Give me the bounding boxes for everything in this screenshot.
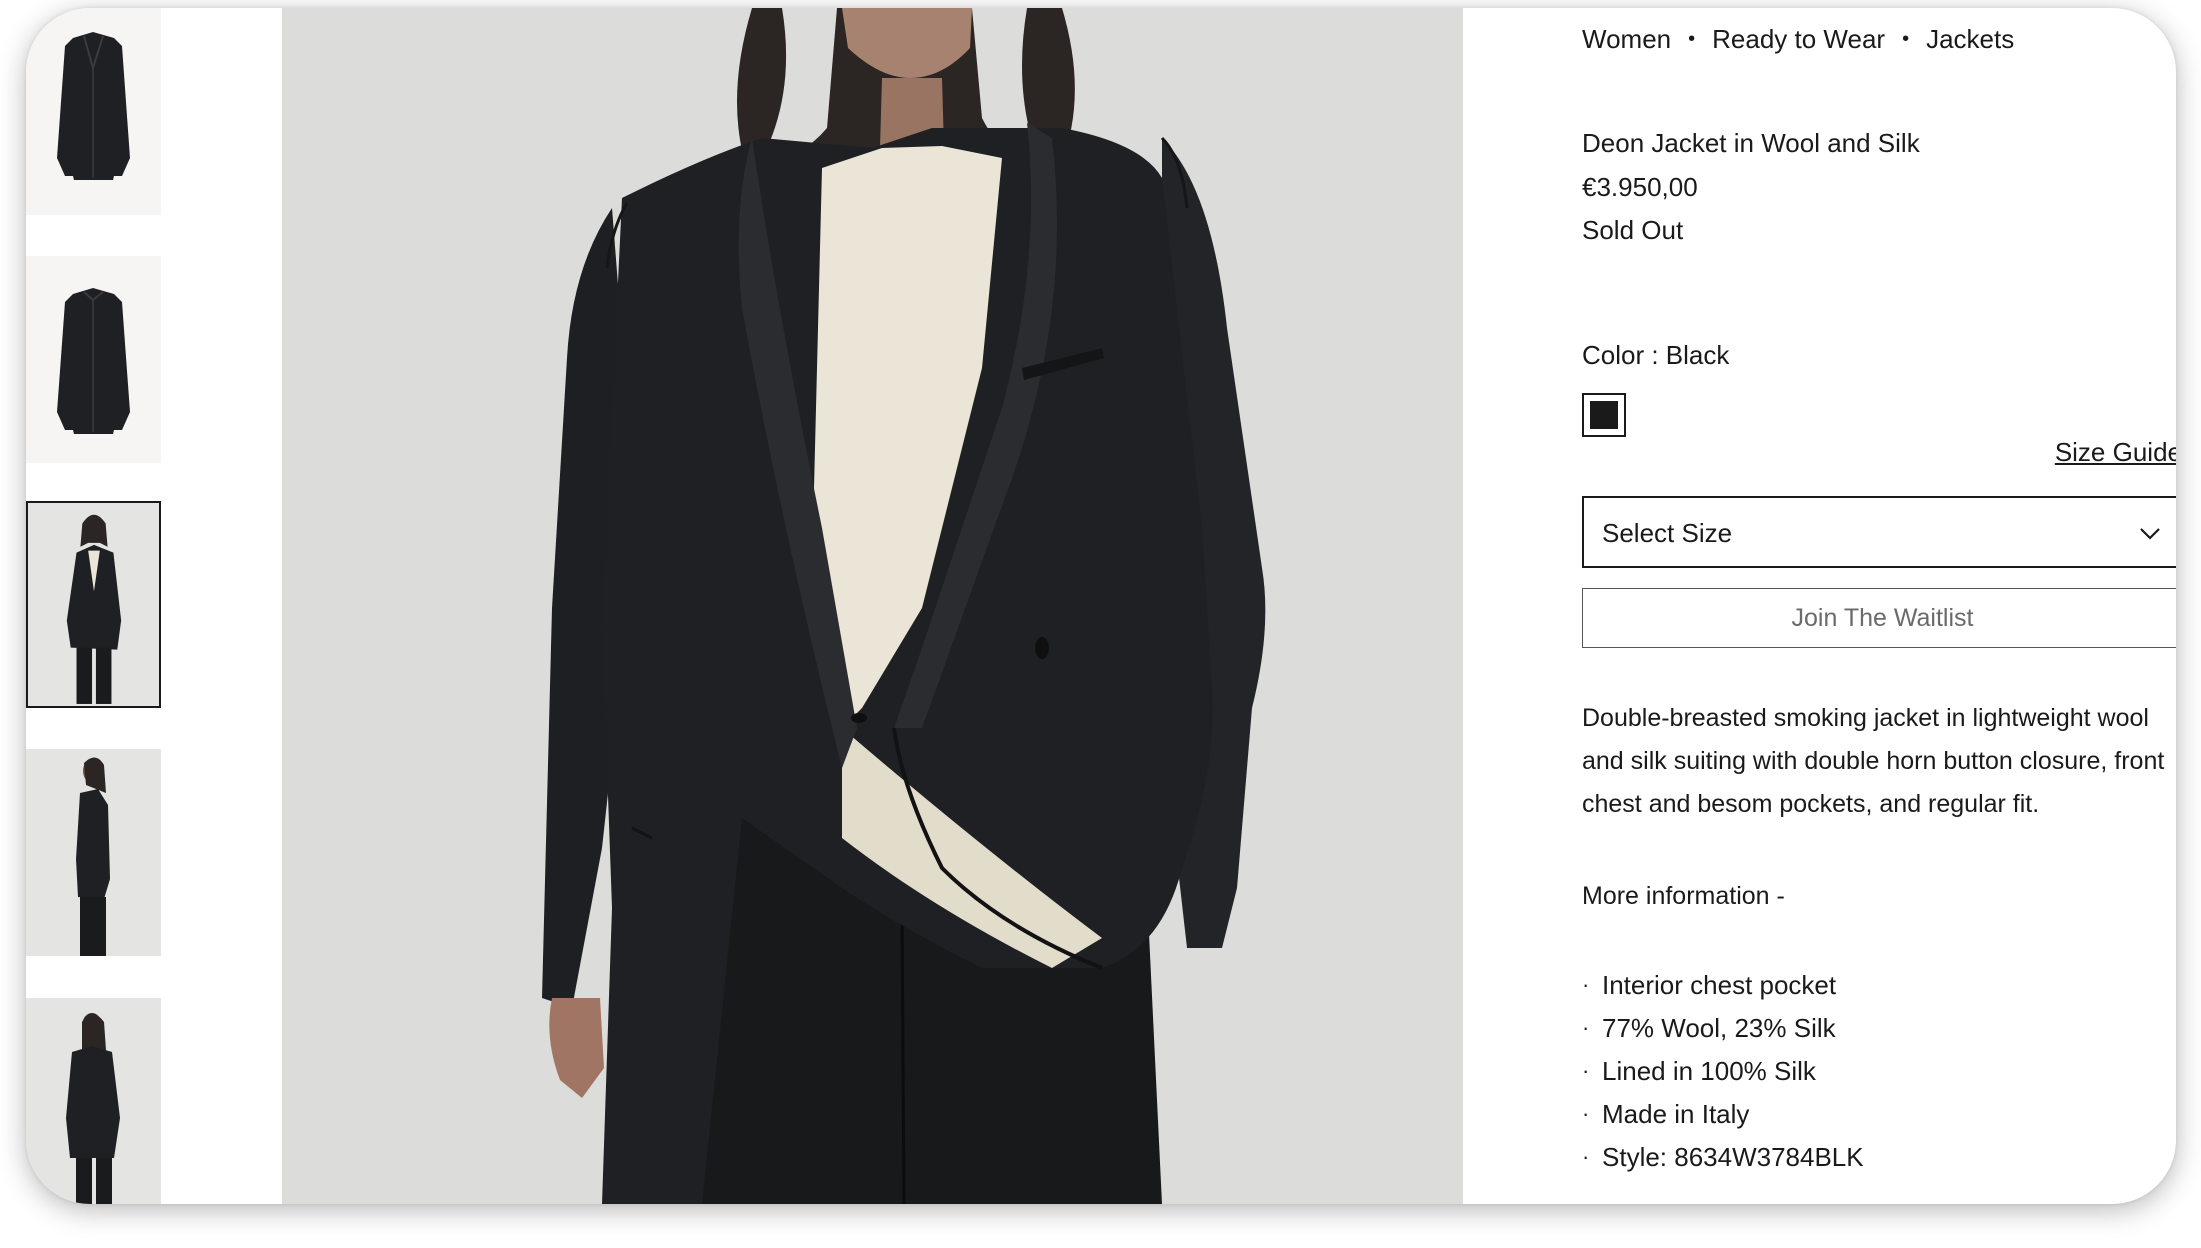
swatch-fill (1590, 401, 1618, 429)
app-window: Women • Ready to Wear • Jackets Deon Jacket … (26, 8, 2176, 1204)
model-back-image (66, 1013, 120, 1204)
breadcrumb-ready-to-wear[interactable]: Ready to Wear (1712, 24, 1885, 54)
join-waitlist-button[interactable]: Join The Waitlist (1582, 588, 2176, 648)
detail-text: Made in Italy (1602, 1099, 1750, 1129)
model-side-image (76, 757, 110, 956)
thumbnail-jacket-front[interactable] (26, 8, 161, 215)
breadcrumb-separator: • (1902, 28, 1910, 50)
more-information-toggle[interactable]: More information - (1582, 882, 1785, 911)
size-select-label: Select Size (1602, 518, 1733, 548)
jacket-back-image (57, 288, 130, 434)
breadcrumb-separator: • (1688, 28, 1696, 50)
color-swatch-black[interactable] (1582, 393, 1626, 437)
product-title: Deon Jacket in Wool and Silk (1582, 128, 1920, 158)
detail-text: Interior chest pocket (1602, 970, 1837, 1000)
jacket-front-image (57, 32, 130, 180)
bullet: · (1582, 1058, 1590, 1083)
product-description: Double-breasted smoking jacket in lightw… (1582, 704, 2165, 818)
chevron-down-icon (2140, 528, 2160, 540)
detail-item: · Made in Italy (1582, 1093, 1864, 1136)
availability-status: Sold Out (1582, 215, 1684, 245)
model-front-image (66, 514, 122, 704)
main-product-image[interactable] (282, 8, 1463, 1204)
product-info-panel: Women • Ready to Wear • Jackets Deon Jacket … (1582, 8, 2176, 1204)
size-select[interactable]: Select Size (1582, 496, 2176, 568)
size-guide-link[interactable]: Size Guide (2055, 437, 2176, 468)
breadcrumb: Women • Ready to Wear • Jackets (1582, 24, 2014, 55)
thumbnail-strip (26, 8, 161, 1204)
thumbnail-model-front[interactable] (26, 501, 161, 708)
thumbnail-model-back[interactable] (26, 998, 161, 1204)
product-details-list: · Interior chest pocket · 77% Wool, 23% Si… (1582, 964, 1864, 1179)
detail-item: · Lined in 100% Silk (1582, 1050, 1864, 1093)
join-waitlist-label: Join The Waitlist (1791, 604, 1974, 632)
bullet: · (1582, 1144, 1590, 1169)
detail-item: · Style: 8634W3784BLK (1582, 1136, 1864, 1179)
detail-text: 77% Wool, 23% Silk (1602, 1013, 1836, 1043)
breadcrumb-women[interactable]: Women (1582, 24, 1671, 54)
detail-item: · 77% Wool, 23% Silk (1582, 1007, 1864, 1050)
breadcrumb-jackets[interactable]: Jackets (1926, 24, 2014, 54)
bullet: · (1582, 1101, 1590, 1126)
detail-item: · Interior chest pocket (1582, 964, 1864, 1007)
thumbnail-jacket-back[interactable] (26, 256, 161, 463)
product-price: €3.950,00 (1582, 172, 1698, 202)
bullet: · (1582, 972, 1590, 997)
color-label: Color : Black (1582, 340, 1730, 370)
detail-text: Style: 8634W3784BLK (1602, 1142, 1864, 1172)
bullet: · (1582, 1015, 1590, 1040)
model-wearing-jacket-image (282, 8, 1463, 1204)
thumbnail-model-side[interactable] (26, 749, 161, 956)
detail-text: Lined in 100% Silk (1602, 1056, 1816, 1086)
